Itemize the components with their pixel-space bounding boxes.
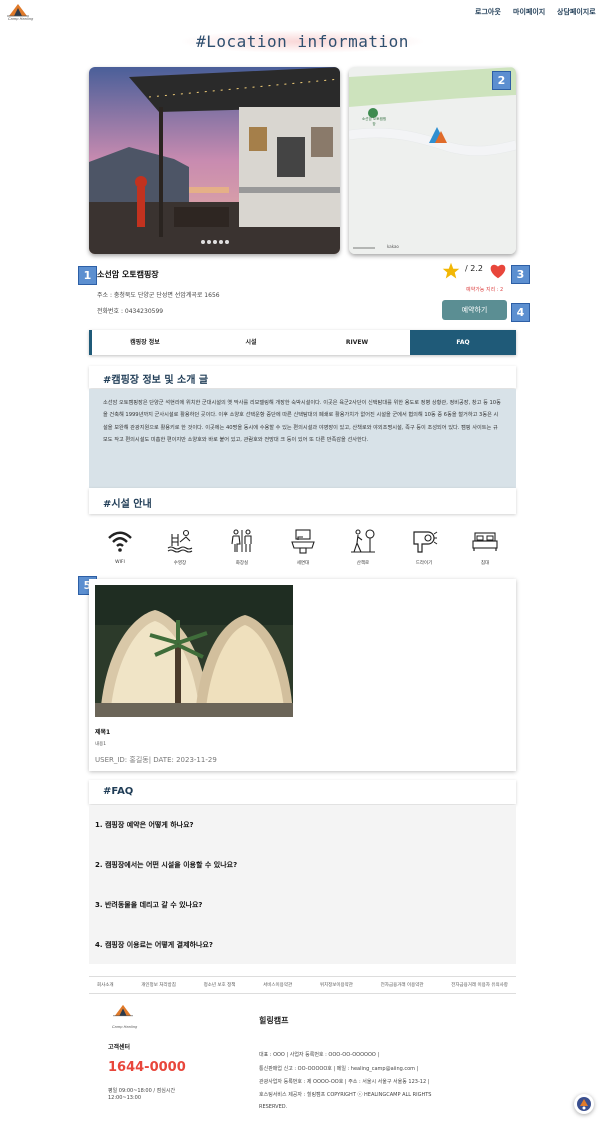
footer-link-finance-terms[interactable]: 전자금융거래 이용약관: [381, 982, 424, 988]
faq-question-1[interactable]: 1. 캠핑장 예약은 어떻게 하나요?: [95, 820, 194, 830]
facility-label: 침대: [480, 561, 490, 566]
location-map[interactable]: 소선암 오토캠핑장 kakao 2: [349, 67, 516, 254]
bed-icon: [472, 532, 498, 551]
facility-sink: 세면대: [287, 528, 319, 566]
footer-link-finance-notice[interactable]: 전자금융거래 이용자 유의사항: [451, 982, 508, 988]
facilities-heading-box: #시설 안내: [89, 488, 516, 514]
reserve-button[interactable]: 예약하기: [442, 300, 507, 320]
cs-label: 고객센터: [108, 1044, 131, 1051]
faq-question-2[interactable]: 2. 캠핑장에서는 어떤 시설을 이용할 수 있나요?: [95, 860, 237, 870]
star-icon: [442, 262, 460, 279]
tent-logo-icon: [7, 4, 29, 17]
cs-hours: 평일 09:00~18:00 / 점심시간: [108, 1088, 176, 1094]
camp-address: 주소 : 충청북도 단양군 단성면 선암계곡로 1656: [97, 292, 220, 299]
tab-facilities[interactable]: 시설: [198, 330, 304, 355]
annotation-badge-4: 4: [511, 303, 530, 322]
company-info-1: 대표 : OOO | 사업자 등록번호 : OOO-OO-OOOOOO |: [259, 1052, 380, 1058]
facility-label: WIFI: [115, 560, 125, 565]
review-card[interactable]: 제목1 내용1 USER_ID: 홍길동| DATE: 2023-11-29: [89, 579, 516, 771]
company-name: 힐링캠프: [259, 1016, 289, 1025]
faq-question-3[interactable]: 3. 반려동물을 데리고 갈 수 있나요?: [95, 900, 203, 910]
footer-link-terms[interactable]: 서비스이용약관: [263, 982, 292, 988]
glamping-photo-image: [95, 585, 293, 717]
chatbot-icon: [577, 1097, 591, 1111]
faq-list: 1. 캠핑장 예약은 어떻게 하나요? 2. 캠핑장에서는 어떤 시설을 이용할…: [89, 805, 516, 964]
facility-label: 세면대: [296, 561, 310, 566]
annotation-badge-2: 2: [492, 71, 511, 90]
camp-phone: 전화번호 : 0434230599: [97, 308, 164, 315]
footer-logo-icon: [113, 1004, 133, 1017]
map-canvas: [349, 67, 516, 254]
nav-mypage[interactable]: 마이페이지: [513, 7, 545, 17]
nav-consult[interactable]: 상담페이지로: [557, 7, 596, 17]
trail-icon: [351, 529, 375, 553]
facility-trail: 산책로: [347, 528, 379, 566]
footer-links: 회사소개 개인정보 처리방침 청소년 보호 정책 서비스이용약관 위치정보이용약…: [89, 976, 516, 994]
company-info-5: RESERVED.: [259, 1104, 288, 1110]
facility-wifi: WIFI: [104, 528, 136, 565]
facility-label: 수영장: [173, 561, 187, 566]
footer-link-location-terms[interactable]: 위치정보이용약관: [320, 982, 353, 988]
faq-heading: #FAQ: [103, 786, 134, 797]
footer-link-youth[interactable]: 청소년 보호 정책: [204, 982, 236, 988]
faq-question-4[interactable]: 4. 캠핑장 이용료는 어떻게 결제하나요?: [95, 940, 213, 950]
photo-carousel-dots[interactable]: [89, 229, 340, 248]
pool-icon: [167, 529, 193, 553]
review-photo: [95, 585, 293, 717]
wifi-icon: [108, 531, 132, 552]
facility-pool: 수영장: [164, 528, 196, 566]
camp-photo-image: [89, 67, 340, 254]
page-title: #Location information: [0, 30, 605, 53]
map-attribution: kakao: [387, 244, 399, 249]
tab-faq[interactable]: FAQ: [410, 330, 516, 355]
facility-label: 드라이기: [415, 561, 433, 566]
distance-text: 예약가능 지리 : 2: [466, 287, 504, 293]
company-info-2: 통신판매업 신고 : OO-OOOOO호 | 메일 : healing_camp…: [259, 1066, 419, 1072]
annotation-badge-1: 1: [78, 266, 97, 285]
facility-label: 산책로: [356, 561, 370, 566]
map-place-label: 소선암 오토캠핑장: [361, 117, 387, 126]
review-title: 제목1: [95, 729, 111, 736]
camp-photo[interactable]: [89, 67, 340, 254]
intro-heading-box: #캠핑장 정보 및 소개 글: [89, 366, 516, 388]
facilities-heading: #시설 안내: [103, 499, 152, 510]
cs-phone: 1644-0000: [108, 1060, 186, 1075]
faq-heading-box: #FAQ: [89, 780, 516, 804]
logo-text: Camp Healing: [8, 17, 34, 21]
camp-name: 소선암 오토캠핑장: [97, 270, 159, 279]
review-content: 내용1: [95, 742, 107, 747]
cs-hours-lunch: 12:00~13:00: [108, 1095, 142, 1101]
brand-logo[interactable]: Camp Healing: [6, 3, 34, 25]
company-info-4: 호스팅서비스 제공자 : 힐링캠프 COPYRIGHT ⓒ HEALINGCAM…: [259, 1092, 432, 1098]
rating-value: / 2.2: [465, 264, 483, 273]
nav-logout[interactable]: 로그아웃: [475, 7, 501, 17]
restroom-icon: [231, 529, 252, 552]
footer-link-about[interactable]: 회사소개: [97, 982, 114, 988]
heart-icon[interactable]: [489, 263, 507, 279]
tab-review[interactable]: RIVEW: [304, 330, 410, 355]
facility-restroom: 화장실: [226, 528, 258, 566]
facility-bed: 침대: [469, 528, 501, 566]
footer-logo-text: Camp Healing: [112, 1025, 138, 1029]
tab-camp-info[interactable]: 캠핑장 정보: [89, 330, 198, 355]
facility-hairdryer: 드라이기: [408, 528, 440, 566]
intro-text: 소선암 오토캠핑장은 단양군 석현리에 위치한 군대시설의 옛 막사를 리모델링…: [89, 389, 516, 488]
floating-chat-button[interactable]: [574, 1094, 594, 1114]
sink-icon: [291, 529, 315, 554]
info-tabs: 캠핑장 정보 시설 RIVEW FAQ: [89, 330, 516, 355]
intro-heading: #캠핑장 정보 및 소개 글: [103, 375, 209, 386]
annotation-badge-3: 3: [511, 265, 530, 284]
review-meta: USER_ID: 홍길동| DATE: 2023-11-29: [95, 756, 217, 764]
hairdryer-icon: [413, 531, 438, 553]
footer-link-privacy[interactable]: 개인정보 처리방침: [141, 982, 176, 988]
company-info-3: 관광사업자 등록번호 : 제 OOOO-OO호 | 주소 : 서울시 서울구 서…: [259, 1079, 430, 1085]
facility-label: 화장실: [235, 561, 249, 566]
